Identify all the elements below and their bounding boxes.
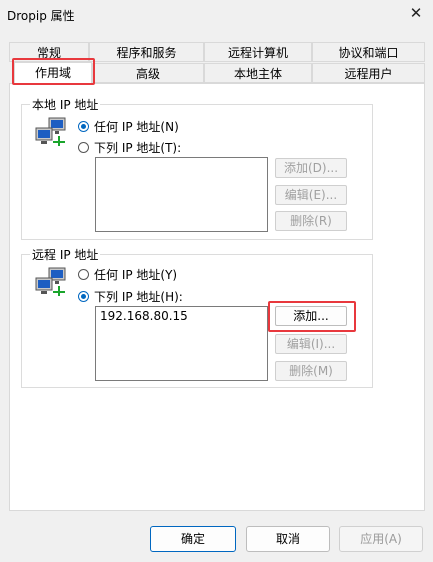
- local-any-ip-radio[interactable]: 任何 IP 地址(N): [78, 118, 179, 135]
- remote-edit-button[interactable]: 编辑(I)...: [275, 334, 347, 354]
- network-computers-icon: [35, 267, 66, 296]
- remote-any-ip-radio[interactable]: 任何 IP 地址(Y): [78, 266, 177, 283]
- local-any-ip-label: 任何 IP 地址(N): [94, 120, 179, 134]
- local-ip-listbox[interactable]: [95, 157, 268, 232]
- radio-selected-icon: [78, 121, 89, 132]
- remote-list-ip-label: 下列 IP 地址(H):: [94, 290, 183, 304]
- local-ip-legend: 本地 IP 地址: [32, 98, 99, 112]
- ok-button[interactable]: 确定: [150, 526, 236, 552]
- window-title: Dropip 属性: [7, 9, 75, 23]
- tab-protocols-ports[interactable]: 协议和端口: [312, 42, 425, 62]
- radio-unselected-icon: [78, 142, 89, 153]
- local-list-ip-label: 下列 IP 地址(T):: [94, 141, 182, 155]
- remote-ip-legend: 远程 IP 地址: [32, 248, 99, 262]
- remote-list-ip-radio[interactable]: 下列 IP 地址(H):: [78, 288, 183, 305]
- remote-any-ip-label: 任何 IP 地址(Y): [94, 268, 178, 282]
- local-edit-button[interactable]: 编辑(E)...: [275, 185, 347, 205]
- apply-button[interactable]: 应用(A): [339, 526, 423, 552]
- cancel-button[interactable]: 取消: [246, 526, 330, 552]
- remote-delete-button[interactable]: 删除(M): [275, 361, 347, 381]
- tab-remote-computers[interactable]: 远程计算机: [204, 42, 312, 62]
- tab-advanced[interactable]: 高级: [92, 63, 204, 83]
- tab-remote-users[interactable]: 远程用户: [312, 63, 425, 83]
- local-delete-button[interactable]: 删除(R): [275, 211, 347, 231]
- remote-ip-entry[interactable]: 192.168.80.15: [100, 309, 263, 323]
- local-add-button[interactable]: 添加(D)...: [275, 158, 347, 178]
- local-list-ip-radio[interactable]: 下列 IP 地址(T):: [78, 139, 181, 156]
- network-computers-icon: [35, 117, 66, 146]
- radio-selected-icon: [78, 291, 89, 302]
- close-icon[interactable]: ✕: [406, 3, 426, 23]
- tab-local-principals[interactable]: 本地主体: [204, 63, 312, 83]
- remote-ip-listbox[interactable]: 192.168.80.15: [95, 306, 268, 381]
- highlight-scope-tab: [12, 58, 95, 85]
- radio-unselected-icon: [78, 269, 89, 280]
- tab-programs-services[interactable]: 程序和服务: [89, 42, 204, 62]
- highlight-add-button: [268, 301, 356, 332]
